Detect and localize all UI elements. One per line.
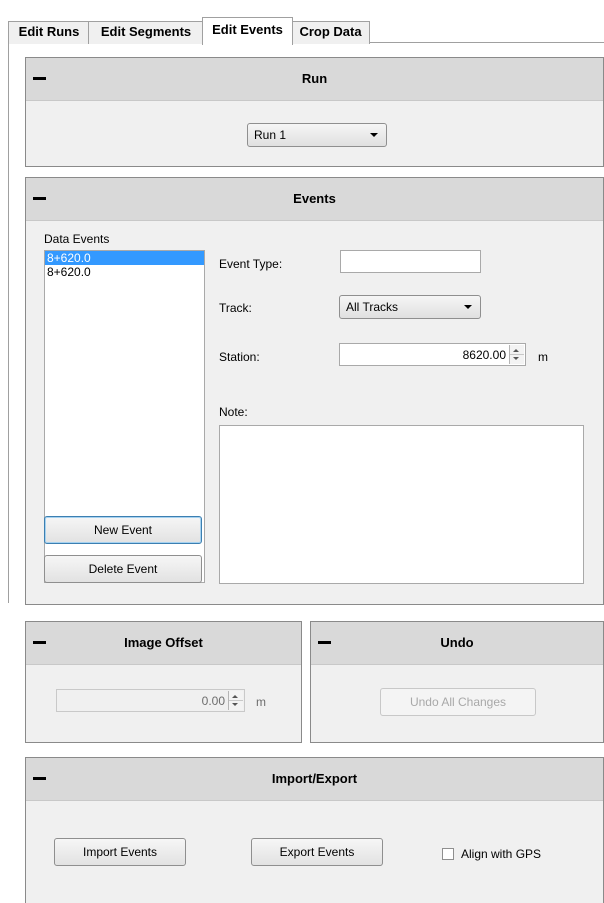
new-event-button[interactable]: New Event xyxy=(44,516,202,544)
events-panel-title: Events xyxy=(293,191,336,206)
note-label: Note: xyxy=(219,405,248,419)
list-item[interactable]: 8+620.0 xyxy=(45,265,204,279)
event-type-label: Event Type: xyxy=(219,257,283,271)
image-offset-value: 0.00 xyxy=(201,694,225,708)
spin-down-icon[interactable] xyxy=(232,703,238,706)
tab-content-border xyxy=(8,43,9,603)
track-select[interactable]: All Tracks xyxy=(339,295,481,319)
undo-panel-header: Undo xyxy=(311,622,603,665)
station-input[interactable]: 8620.00 xyxy=(339,343,526,366)
run-select-value: Run 1 xyxy=(254,128,287,142)
chevron-down-icon xyxy=(370,133,378,137)
events-panel: Events Data Events 8+620.0 8+620.0 Event… xyxy=(25,177,604,605)
spin-up-icon[interactable] xyxy=(232,695,238,698)
spin-down-icon[interactable] xyxy=(513,357,519,360)
undo-all-changes-button[interactable]: Undo All Changes xyxy=(380,688,536,716)
station-unit: m xyxy=(538,350,548,364)
align-gps-label[interactable]: Align with GPS xyxy=(461,847,541,861)
spin-up-icon[interactable] xyxy=(513,349,519,352)
tab-edit-runs[interactable]: Edit Runs xyxy=(8,21,90,44)
station-spinner[interactable] xyxy=(509,345,524,364)
align-gps-checkbox[interactable] xyxy=(442,848,454,860)
export-events-button[interactable]: Export Events xyxy=(251,838,383,866)
track-label: Track: xyxy=(219,301,252,315)
tab-bar: Edit Runs Edit Segments Edit Events Crop… xyxy=(8,17,604,45)
run-panel: Run Run 1 xyxy=(25,57,604,167)
import-events-button[interactable]: Import Events xyxy=(54,838,186,866)
image-offset-panel-header: Image Offset xyxy=(26,622,301,665)
run-panel-title: Run xyxy=(301,71,328,86)
undo-panel-title: Undo xyxy=(440,635,474,650)
image-offset-input[interactable]: 0.00 xyxy=(56,689,245,712)
image-offset-unit: m xyxy=(256,695,266,709)
spin-divider xyxy=(510,354,524,355)
import-export-panel: Import/Export Import Events Export Event… xyxy=(25,757,604,903)
spin-divider xyxy=(229,700,243,701)
track-select-value: All Tracks xyxy=(346,300,399,314)
tab-edit-events[interactable]: Edit Events xyxy=(202,17,293,45)
station-value: 8620.00 xyxy=(462,348,506,362)
tab-edit-segments[interactable]: Edit Segments xyxy=(88,21,204,44)
station-label: Station: xyxy=(219,350,260,364)
data-events-label: Data Events xyxy=(44,232,110,246)
import-export-panel-header: Import/Export xyxy=(26,758,603,801)
run-select[interactable]: Run 1 xyxy=(247,123,387,147)
list-item[interactable]: 8+620.0 xyxy=(45,251,204,265)
run-panel-header: Run xyxy=(26,58,603,101)
image-offset-spinner[interactable] xyxy=(228,691,243,710)
undo-panel: Undo Undo All Changes xyxy=(310,621,604,743)
delete-event-button[interactable]: Delete Event xyxy=(44,555,202,583)
image-offset-panel: Image Offset 0.00 m xyxy=(25,621,302,743)
event-type-input[interactable] xyxy=(340,250,481,273)
tab-crop-data[interactable]: Crop Data xyxy=(291,21,370,44)
note-textarea[interactable] xyxy=(219,425,584,584)
events-panel-header: Events xyxy=(26,178,603,221)
image-offset-panel-title: Image Offset xyxy=(124,635,203,650)
import-export-panel-title: Import/Export xyxy=(271,771,358,786)
chevron-down-icon xyxy=(464,305,472,309)
